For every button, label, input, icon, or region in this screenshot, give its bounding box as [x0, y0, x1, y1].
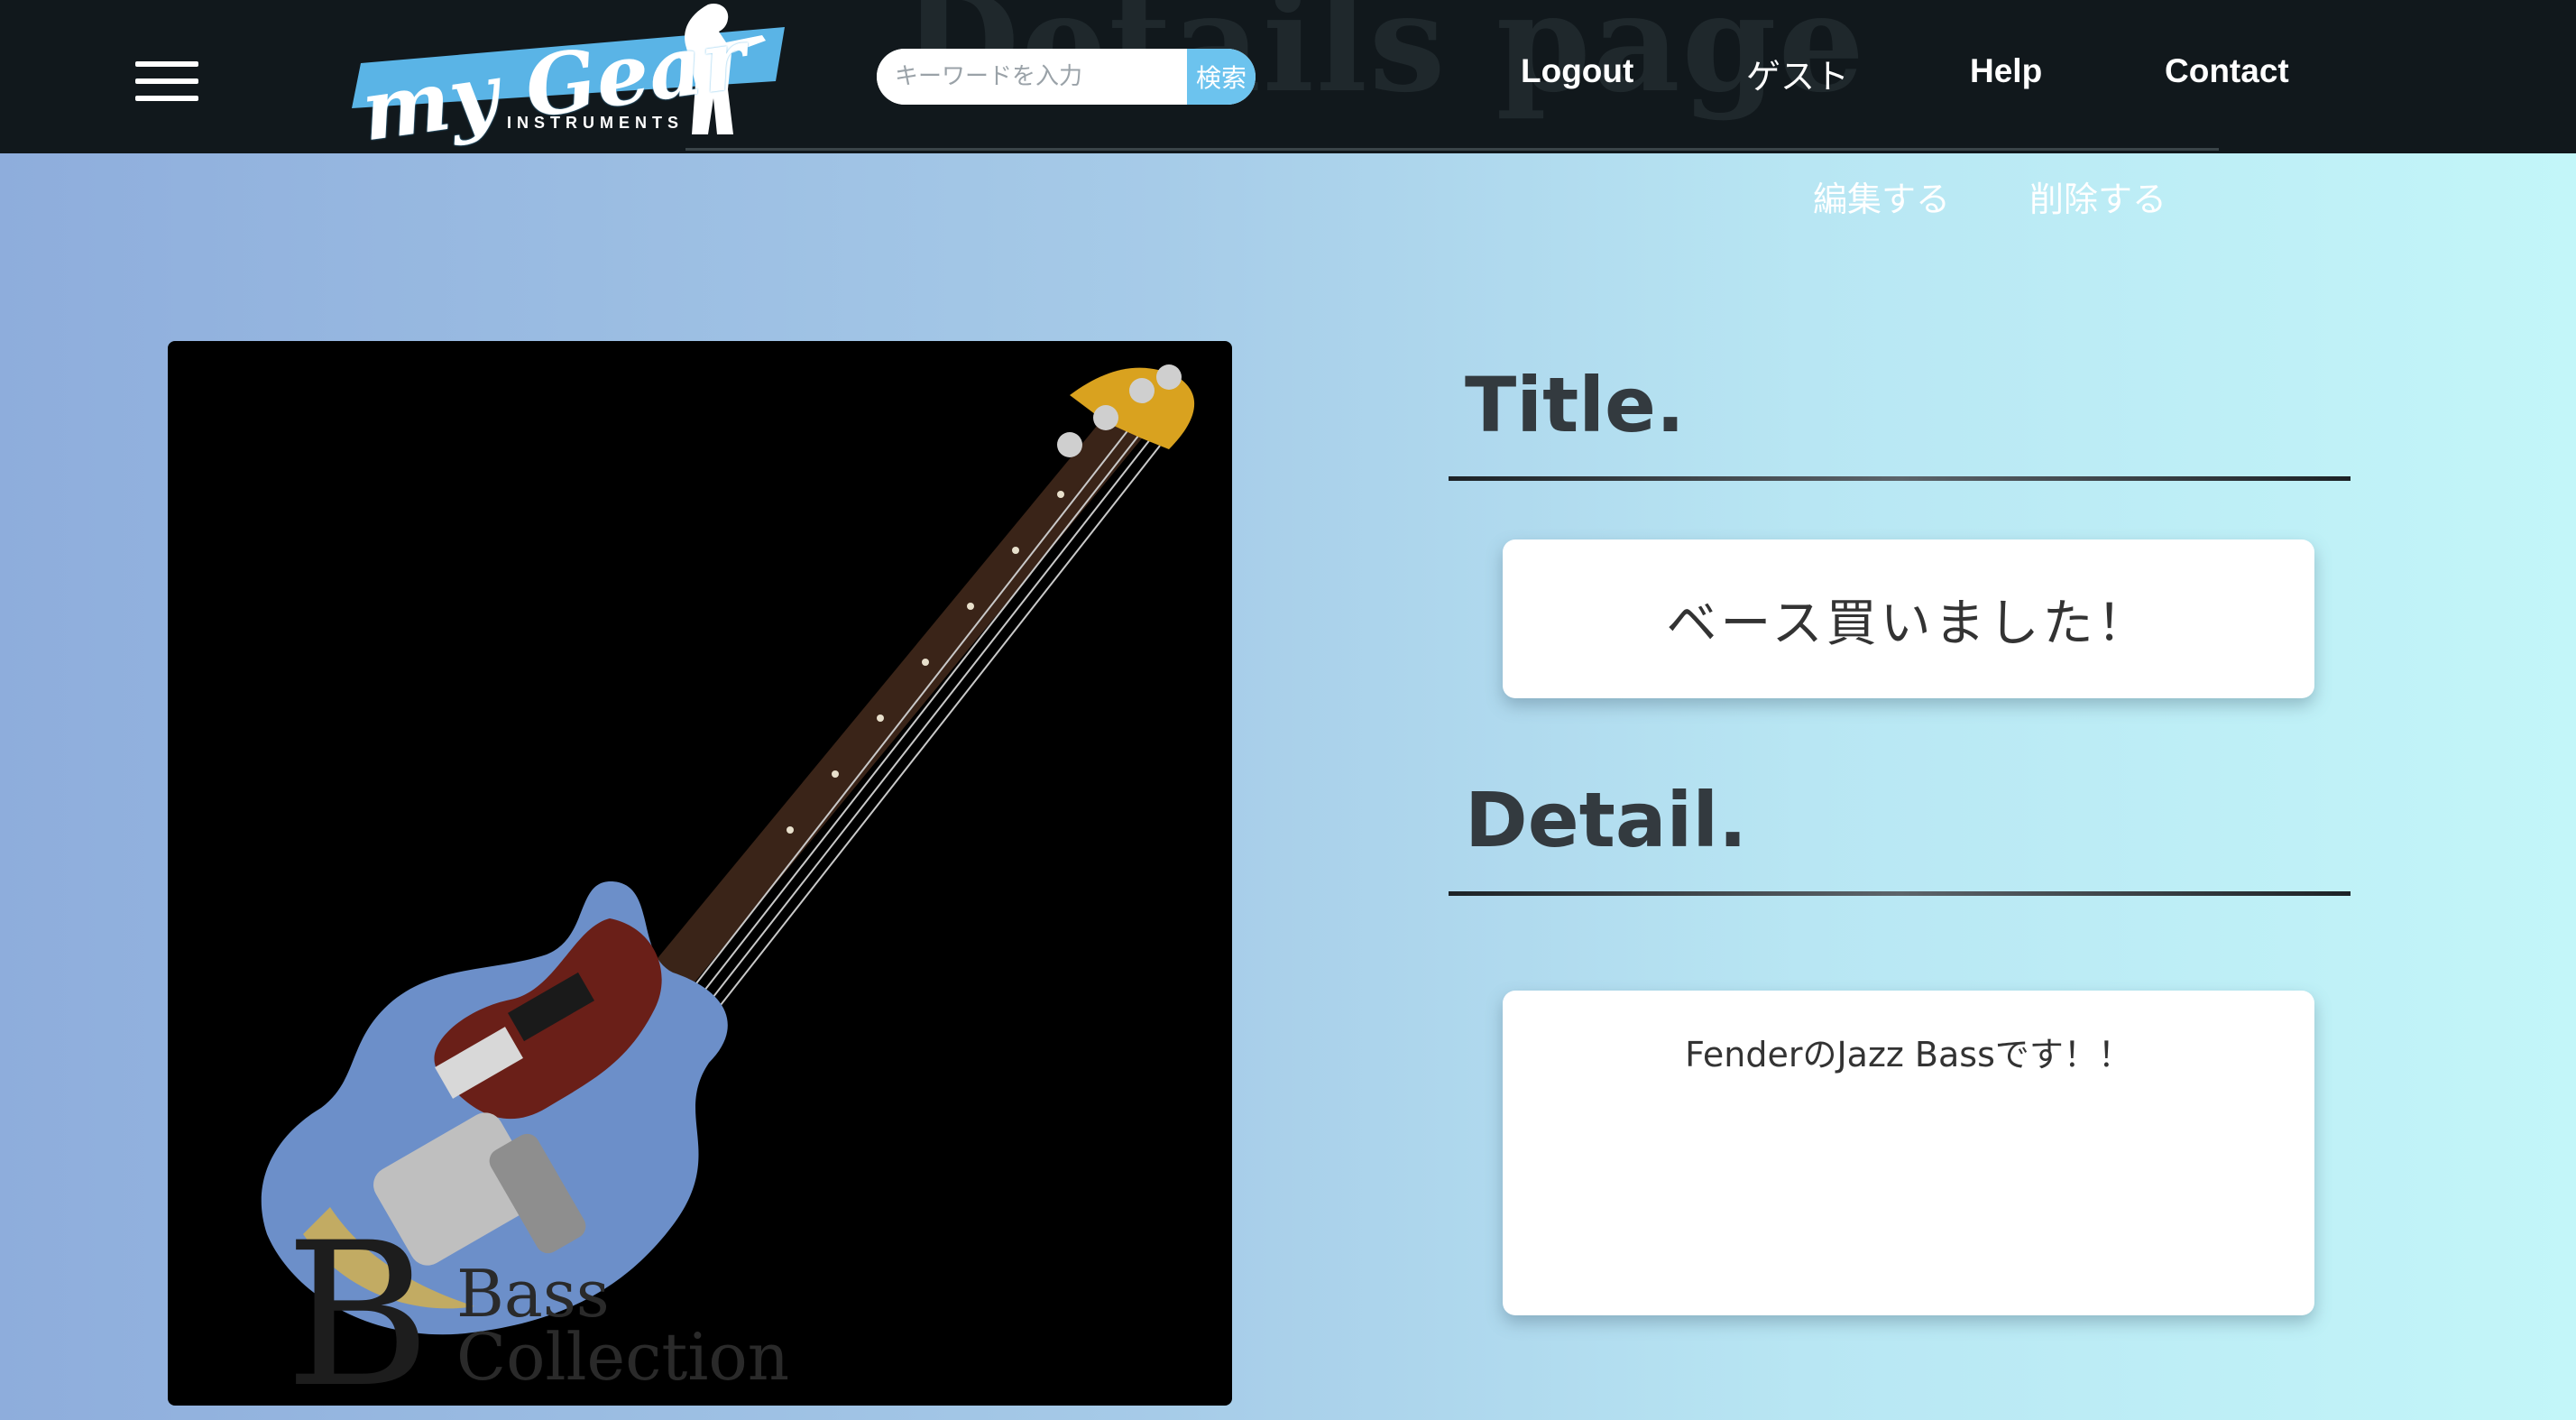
guest-user-label[interactable]: ゲスト: [1746, 49, 1849, 98]
site-logo[interactable]: my Gear INSTRUMENTS: [352, 0, 794, 153]
title-divider: [1449, 476, 2351, 481]
detail-divider: [1449, 891, 2351, 896]
detail-card: FenderのJazz Bassです！！: [1503, 991, 2314, 1315]
title-value: ベース買いました！: [1666, 594, 2151, 653]
logout-link[interactable]: Logout: [1521, 52, 1633, 90]
contact-link[interactable]: Contact: [2165, 52, 2289, 90]
search-bar: 検索: [877, 49, 1256, 105]
edit-link[interactable]: 編集する: [1813, 171, 1950, 221]
detail-value: FenderのJazz Bassです！！: [1685, 1035, 2132, 1074]
search-input[interactable]: [877, 49, 1187, 105]
watermark-line1: Bass: [456, 1256, 610, 1332]
logo-subtitle: INSTRUMENTS: [507, 114, 684, 132]
search-button[interactable]: 検索: [1187, 49, 1256, 105]
gear-photo: B Bass Collection: [168, 341, 1232, 1406]
title-heading: Title.: [1465, 361, 1685, 449]
hamburger-menu-icon[interactable]: [135, 61, 198, 101]
watermark-line2: Collection: [456, 1319, 790, 1395]
detail-heading: Detail.: [1465, 776, 1748, 864]
top-header: Details page my Gear INSTRUMENTS 検索 Logo…: [0, 0, 2576, 153]
delete-link[interactable]: 削除する: [2029, 171, 2167, 221]
title-card: ベース買いました！: [1503, 539, 2314, 698]
help-link[interactable]: Help: [1970, 52, 2042, 90]
ghost-divider: [685, 148, 2219, 151]
